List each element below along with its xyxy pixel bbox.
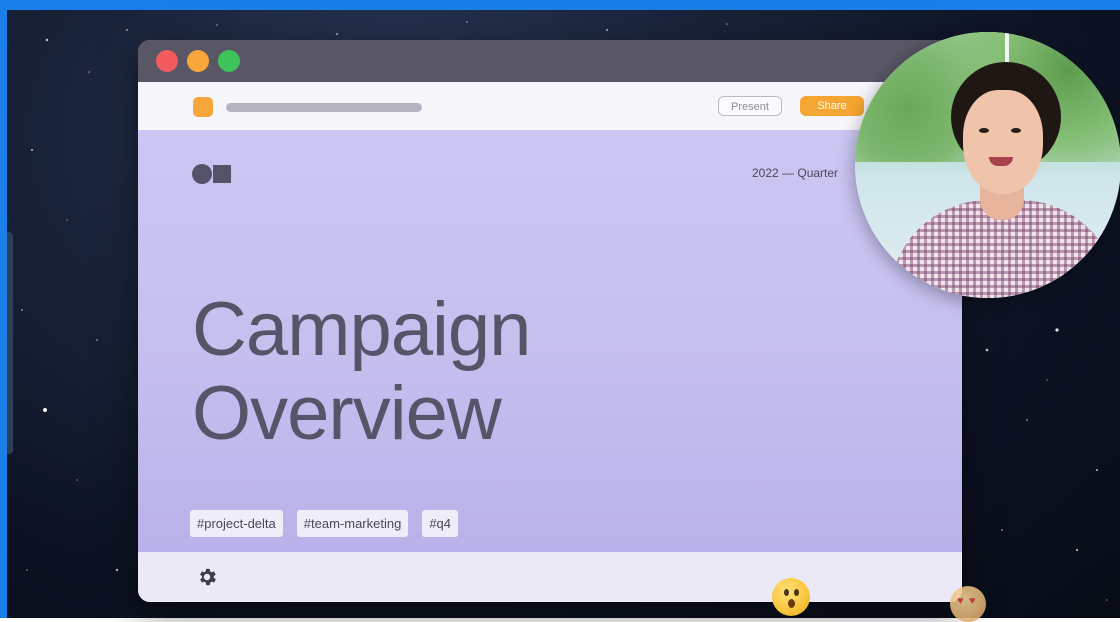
close-window-button[interactable] — [156, 50, 178, 72]
headline-line-1: Campaign — [192, 287, 531, 372]
side-dock-handle[interactable] — [7, 232, 13, 454]
app-icon[interactable] — [193, 97, 213, 117]
surprised-face-emoji-icon — [772, 578, 810, 616]
presenter-eye — [1011, 128, 1021, 133]
presenter-face — [963, 90, 1043, 194]
present-button[interactable]: Present — [718, 96, 782, 116]
window-titlebar — [138, 40, 962, 82]
slide-bottom-bar — [138, 552, 962, 602]
maximize-window-button[interactable] — [218, 50, 240, 72]
tag-team-marketing[interactable]: #team-marketing — [296, 510, 409, 537]
slide-canvas[interactable]: 2022 — Quarter Campaign Overview #projec… — [138, 130, 962, 552]
presenter-eye — [979, 128, 989, 133]
slide-date-label: 2022 — Quarter — [752, 166, 839, 180]
tag-q4[interactable]: #q4 — [422, 510, 459, 537]
gear-icon[interactable] — [196, 566, 218, 588]
tag-list: #project-delta #team-marketing #q4 — [190, 510, 459, 537]
presentation-window: Present Share 2022 — Quarter Campaign Ov… — [138, 40, 962, 602]
brand-logo-icon — [192, 164, 236, 184]
tag-project-delta[interactable]: #project-delta — [190, 510, 283, 537]
heart-eyes-emoji-icon: ♥ ♥ — [950, 586, 986, 622]
minimize-window-button[interactable] — [187, 50, 209, 72]
headline-line-2: Overview — [192, 371, 502, 456]
slide-headline: Campaign Overview — [192, 287, 531, 456]
presenter-camera-bubble[interactable] — [855, 32, 1120, 298]
app-toolbar: Present Share — [138, 82, 962, 130]
document-title-bar[interactable] — [226, 103, 422, 112]
